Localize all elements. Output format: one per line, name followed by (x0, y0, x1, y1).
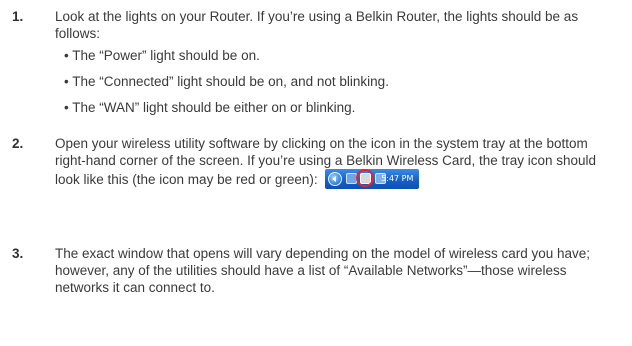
bullet-power-light: • The “Power” light should be on. (64, 48, 260, 63)
bullet-connected-light: • The “Connected” light should be on, an… (64, 74, 389, 89)
tray-clock: 5:47 PM (381, 174, 414, 183)
step-text: Look at the lights on your Router. If yo… (55, 9, 579, 41)
instruction-document: 1. Look at the lights on your Router. If… (0, 0, 632, 346)
system-tray-image: 5:47 PM (325, 169, 420, 189)
highlight-circle (356, 169, 375, 187)
step-text: The exact window that opens will vary de… (55, 246, 591, 295)
bullet-wan-light: • The “WAN” light should be either on or… (64, 100, 356, 115)
step-number: 2. (12, 136, 24, 151)
step-text: Open your wireless utility software by c… (55, 135, 620, 189)
step-number: 3. (12, 246, 24, 261)
back-arrow-icon (328, 172, 343, 186)
step-number: 1. (12, 9, 24, 24)
